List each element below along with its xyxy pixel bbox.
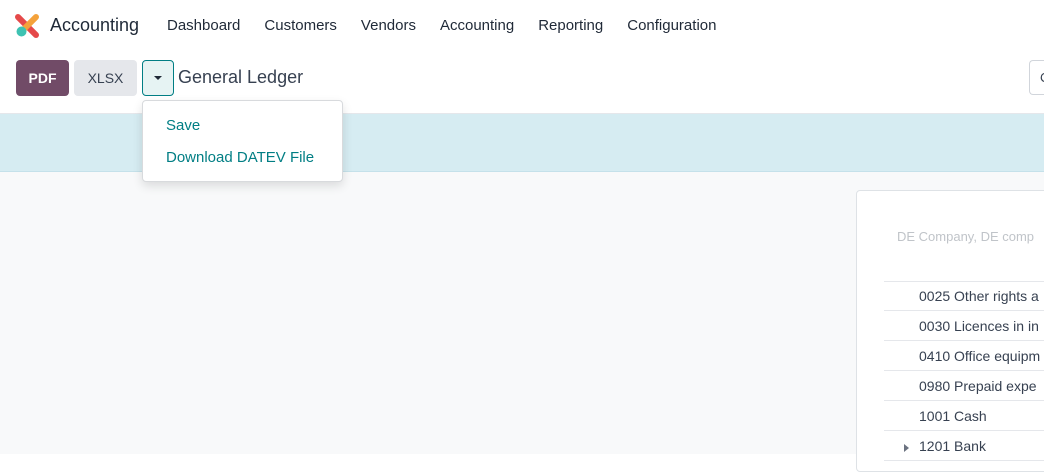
main-content: DE Company, DE comp 0025 Other rights a …	[0, 172, 1044, 472]
top-navbar: Accounting Dashboard Customers Vendors A…	[0, 0, 1044, 52]
search-input[interactable]: C	[1029, 60, 1044, 95]
account-row-expandable[interactable]: 1201 Bank	[884, 431, 1044, 461]
account-label: 0025 Other rights a	[919, 288, 1039, 304]
download-datev-menu-item[interactable]: Download DATEV File	[166, 149, 314, 166]
app-name[interactable]: Accounting	[50, 15, 139, 36]
caret-right-icon[interactable]	[904, 444, 909, 452]
account-row[interactable]: 0025 Other rights a	[884, 281, 1044, 311]
menu-accounting[interactable]: Accounting	[440, 17, 514, 34]
menu-vendors[interactable]: Vendors	[361, 17, 416, 34]
main-menu: Dashboard Customers Vendors Accounting R…	[167, 17, 740, 34]
accounting-app-icon[interactable]	[15, 14, 39, 38]
account-label: 0980 Prepaid expe	[919, 377, 1037, 394]
menu-reporting[interactable]: Reporting	[538, 17, 603, 34]
account-label: 1201 Bank	[919, 437, 986, 454]
menu-customers[interactable]: Customers	[264, 17, 337, 34]
page-title: General Ledger	[178, 67, 304, 87]
save-menu-item[interactable]: Save	[166, 117, 200, 134]
account-label: 0410 Office equipm	[919, 347, 1041, 364]
account-row[interactable]: 1001 Cash	[884, 401, 1044, 431]
menu-dashboard[interactable]: Dashboard	[167, 17, 240, 34]
account-row[interactable]: 0980 Prepaid expe	[884, 371, 1044, 401]
account-row[interactable]: 0030 Licences in in	[884, 311, 1044, 341]
more-actions-dropdown: Save Download DATEV File	[142, 100, 343, 182]
account-row[interactable]: 0410 Office equipm	[884, 341, 1044, 371]
account-label: 1001 Cash	[919, 407, 987, 424]
pdf-button[interactable]: PDF	[16, 60, 69, 96]
report-sheet: DE Company, DE comp 0025 Other rights a …	[856, 190, 1044, 472]
more-actions-toggle[interactable]	[142, 60, 174, 96]
xlsx-button[interactable]: XLSX	[74, 60, 137, 96]
account-label: 0030 Licences in in	[919, 317, 1039, 334]
menu-configuration[interactable]: Configuration	[627, 17, 716, 34]
caret-down-icon	[154, 76, 162, 80]
search-partial-text: C	[1040, 70, 1044, 85]
report-company: DE Company, DE comp	[897, 229, 1035, 244]
account-rows: 0025 Other rights a 0030 Licences in in …	[884, 281, 1044, 461]
